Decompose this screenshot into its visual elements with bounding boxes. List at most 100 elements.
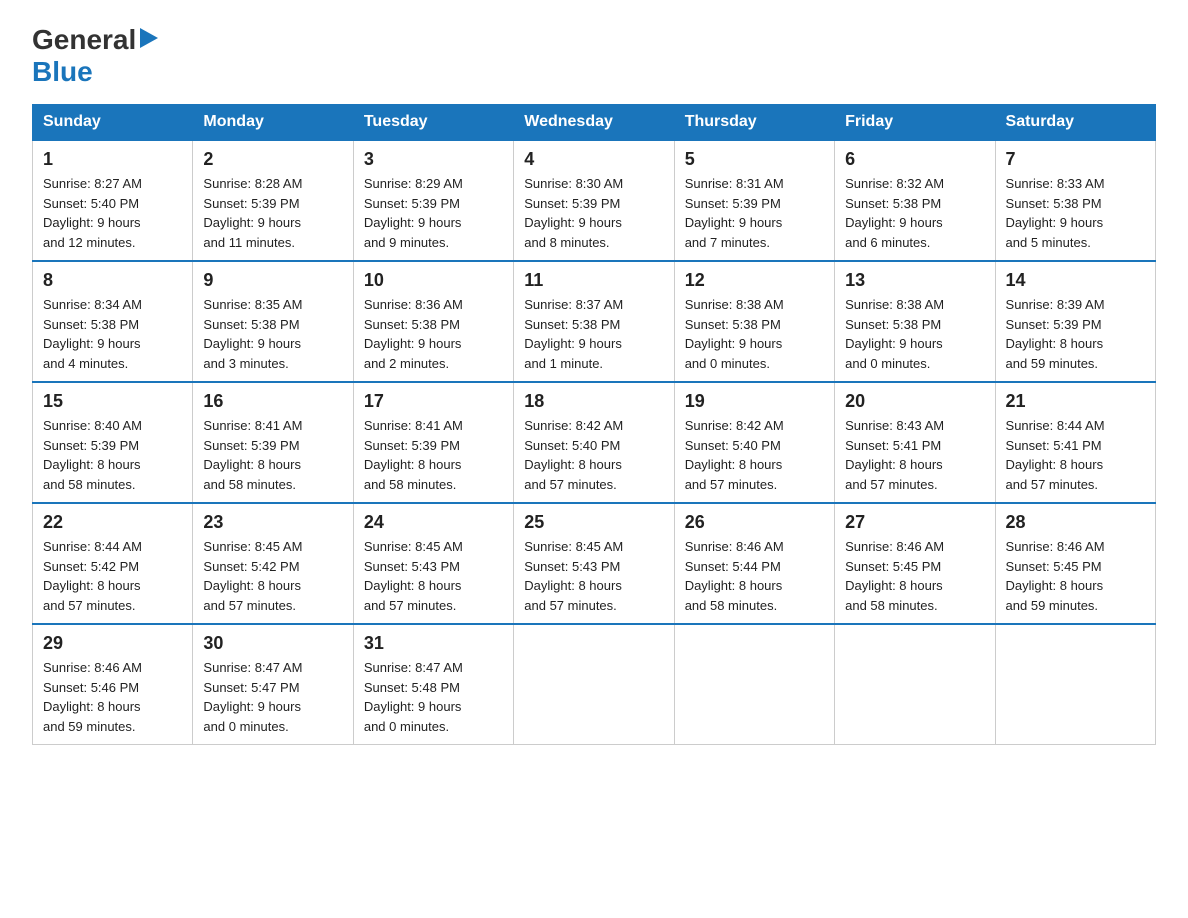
day-info: Sunrise: 8:47 AMSunset: 5:48 PMDaylight:…	[364, 658, 503, 736]
calendar-cell: 21 Sunrise: 8:44 AMSunset: 5:41 PMDayligh…	[995, 382, 1155, 503]
logo-general-text: General	[32, 24, 136, 56]
weekday-header-sunday: Sunday	[33, 105, 193, 141]
calendar-cell	[835, 624, 995, 745]
day-info: Sunrise: 8:37 AMSunset: 5:38 PMDaylight:…	[524, 295, 663, 373]
day-info: Sunrise: 8:45 AMSunset: 5:43 PMDaylight:…	[524, 537, 663, 615]
weekday-header-row: SundayMondayTuesdayWednesdayThursdayFrid…	[33, 105, 1156, 141]
day-number: 22	[43, 512, 182, 533]
calendar-cell: 11 Sunrise: 8:37 AMSunset: 5:38 PMDayligh…	[514, 261, 674, 382]
day-info: Sunrise: 8:41 AMSunset: 5:39 PMDaylight:…	[203, 416, 342, 494]
calendar-week-5: 29 Sunrise: 8:46 AMSunset: 5:46 PMDayligh…	[33, 624, 1156, 745]
weekday-header-thursday: Thursday	[674, 105, 834, 141]
day-number: 2	[203, 149, 342, 170]
day-info: Sunrise: 8:47 AMSunset: 5:47 PMDaylight:…	[203, 658, 342, 736]
day-info: Sunrise: 8:38 AMSunset: 5:38 PMDaylight:…	[845, 295, 984, 373]
day-number: 1	[43, 149, 182, 170]
day-number: 25	[524, 512, 663, 533]
day-number: 14	[1006, 270, 1145, 291]
calendar-cell: 25 Sunrise: 8:45 AMSunset: 5:43 PMDayligh…	[514, 503, 674, 624]
calendar-cell: 24 Sunrise: 8:45 AMSunset: 5:43 PMDayligh…	[353, 503, 513, 624]
logo-blue-text: Blue	[32, 56, 93, 87]
day-number: 3	[364, 149, 503, 170]
day-number: 7	[1006, 149, 1145, 170]
calendar-cell: 29 Sunrise: 8:46 AMSunset: 5:46 PMDayligh…	[33, 624, 193, 745]
day-info: Sunrise: 8:28 AMSunset: 5:39 PMDaylight:…	[203, 174, 342, 252]
day-info: Sunrise: 8:36 AMSunset: 5:38 PMDaylight:…	[364, 295, 503, 373]
day-number: 30	[203, 633, 342, 654]
calendar-cell: 4Sunrise: 8:30 AMSunset: 5:39 PMDaylight…	[514, 140, 674, 261]
calendar-cell: 23 Sunrise: 8:45 AMSunset: 5:42 PMDayligh…	[193, 503, 353, 624]
day-number: 10	[364, 270, 503, 291]
calendar-cell: 17 Sunrise: 8:41 AMSunset: 5:39 PMDayligh…	[353, 382, 513, 503]
day-number: 13	[845, 270, 984, 291]
calendar-week-1: 1 Sunrise: 8:27 AMSunset: 5:40 PMDaylight…	[33, 140, 1156, 261]
day-number: 5	[685, 149, 824, 170]
day-number: 8	[43, 270, 182, 291]
day-number: 6	[845, 149, 984, 170]
weekday-header-friday: Friday	[835, 105, 995, 141]
day-info: Sunrise: 8:30 AMSunset: 5:39 PMDaylight:…	[524, 174, 663, 252]
day-number: 16	[203, 391, 342, 412]
weekday-header-monday: Monday	[193, 105, 353, 141]
day-number: 23	[203, 512, 342, 533]
calendar-cell: 16 Sunrise: 8:41 AMSunset: 5:39 PMDayligh…	[193, 382, 353, 503]
day-number: 31	[364, 633, 503, 654]
calendar-cell: 2 Sunrise: 8:28 AMSunset: 5:39 PMDaylight…	[193, 140, 353, 261]
calendar-cell: 9Sunrise: 8:35 AMSunset: 5:38 PMDaylight…	[193, 261, 353, 382]
logo: General Blue	[32, 24, 158, 88]
day-info: Sunrise: 8:42 AMSunset: 5:40 PMDaylight:…	[524, 416, 663, 494]
calendar-table: SundayMondayTuesdayWednesdayThursdayFrid…	[32, 104, 1156, 745]
calendar-cell: 7 Sunrise: 8:33 AMSunset: 5:38 PMDaylight…	[995, 140, 1155, 261]
day-info: Sunrise: 8:46 AMSunset: 5:46 PMDaylight:…	[43, 658, 182, 736]
weekday-header-wednesday: Wednesday	[514, 105, 674, 141]
day-number: 21	[1006, 391, 1145, 412]
day-info: Sunrise: 8:31 AMSunset: 5:39 PMDaylight:…	[685, 174, 824, 252]
logo-arrow-icon	[140, 28, 158, 53]
day-info: Sunrise: 8:35 AMSunset: 5:38 PMDaylight:…	[203, 295, 342, 373]
calendar-cell: 14 Sunrise: 8:39 AMSunset: 5:39 PMDayligh…	[995, 261, 1155, 382]
calendar-cell	[995, 624, 1155, 745]
day-number: 18	[524, 391, 663, 412]
day-number: 26	[685, 512, 824, 533]
day-number: 12	[685, 270, 824, 291]
day-number: 15	[43, 391, 182, 412]
day-info: Sunrise: 8:40 AMSunset: 5:39 PMDaylight:…	[43, 416, 182, 494]
day-info: Sunrise: 8:43 AMSunset: 5:41 PMDaylight:…	[845, 416, 984, 494]
day-info: Sunrise: 8:46 AMSunset: 5:44 PMDaylight:…	[685, 537, 824, 615]
day-number: 27	[845, 512, 984, 533]
calendar-cell: 15 Sunrise: 8:40 AMSunset: 5:39 PMDayligh…	[33, 382, 193, 503]
day-info: Sunrise: 8:44 AMSunset: 5:41 PMDaylight:…	[1006, 416, 1145, 494]
calendar-cell: 3Sunrise: 8:29 AMSunset: 5:39 PMDaylight…	[353, 140, 513, 261]
calendar-cell: 10 Sunrise: 8:36 AMSunset: 5:38 PMDayligh…	[353, 261, 513, 382]
day-number: 17	[364, 391, 503, 412]
day-number: 24	[364, 512, 503, 533]
page-header: General Blue	[32, 24, 1156, 88]
day-info: Sunrise: 8:46 AMSunset: 5:45 PMDaylight:…	[845, 537, 984, 615]
calendar-week-2: 8Sunrise: 8:34 AMSunset: 5:38 PMDaylight…	[33, 261, 1156, 382]
day-number: 11	[524, 270, 663, 291]
day-number: 28	[1006, 512, 1145, 533]
calendar-cell: 27 Sunrise: 8:46 AMSunset: 5:45 PMDayligh…	[835, 503, 995, 624]
day-info: Sunrise: 8:45 AMSunset: 5:43 PMDaylight:…	[364, 537, 503, 615]
calendar-cell: 5 Sunrise: 8:31 AMSunset: 5:39 PMDaylight…	[674, 140, 834, 261]
day-info: Sunrise: 8:27 AMSunset: 5:40 PMDaylight:…	[43, 174, 182, 252]
calendar-cell: 30 Sunrise: 8:47 AMSunset: 5:47 PMDayligh…	[193, 624, 353, 745]
calendar-cell: 1 Sunrise: 8:27 AMSunset: 5:40 PMDaylight…	[33, 140, 193, 261]
calendar-cell: 26 Sunrise: 8:46 AMSunset: 5:44 PMDayligh…	[674, 503, 834, 624]
calendar-cell: 18 Sunrise: 8:42 AMSunset: 5:40 PMDayligh…	[514, 382, 674, 503]
day-number: 29	[43, 633, 182, 654]
calendar-week-3: 15 Sunrise: 8:40 AMSunset: 5:39 PMDayligh…	[33, 382, 1156, 503]
day-info: Sunrise: 8:45 AMSunset: 5:42 PMDaylight:…	[203, 537, 342, 615]
calendar-cell: 13 Sunrise: 8:38 AMSunset: 5:38 PMDayligh…	[835, 261, 995, 382]
calendar-cell: 19Sunrise: 8:42 AMSunset: 5:40 PMDayligh…	[674, 382, 834, 503]
calendar-cell: 22Sunrise: 8:44 AMSunset: 5:42 PMDayligh…	[33, 503, 193, 624]
calendar-cell: 31 Sunrise: 8:47 AMSunset: 5:48 PMDayligh…	[353, 624, 513, 745]
calendar-week-4: 22Sunrise: 8:44 AMSunset: 5:42 PMDayligh…	[33, 503, 1156, 624]
day-info: Sunrise: 8:39 AMSunset: 5:39 PMDaylight:…	[1006, 295, 1145, 373]
weekday-header-saturday: Saturday	[995, 105, 1155, 141]
calendar-cell	[514, 624, 674, 745]
day-info: Sunrise: 8:41 AMSunset: 5:39 PMDaylight:…	[364, 416, 503, 494]
day-info: Sunrise: 8:32 AMSunset: 5:38 PMDaylight:…	[845, 174, 984, 252]
calendar-cell: 28Sunrise: 8:46 AMSunset: 5:45 PMDayligh…	[995, 503, 1155, 624]
day-info: Sunrise: 8:33 AMSunset: 5:38 PMDaylight:…	[1006, 174, 1145, 252]
